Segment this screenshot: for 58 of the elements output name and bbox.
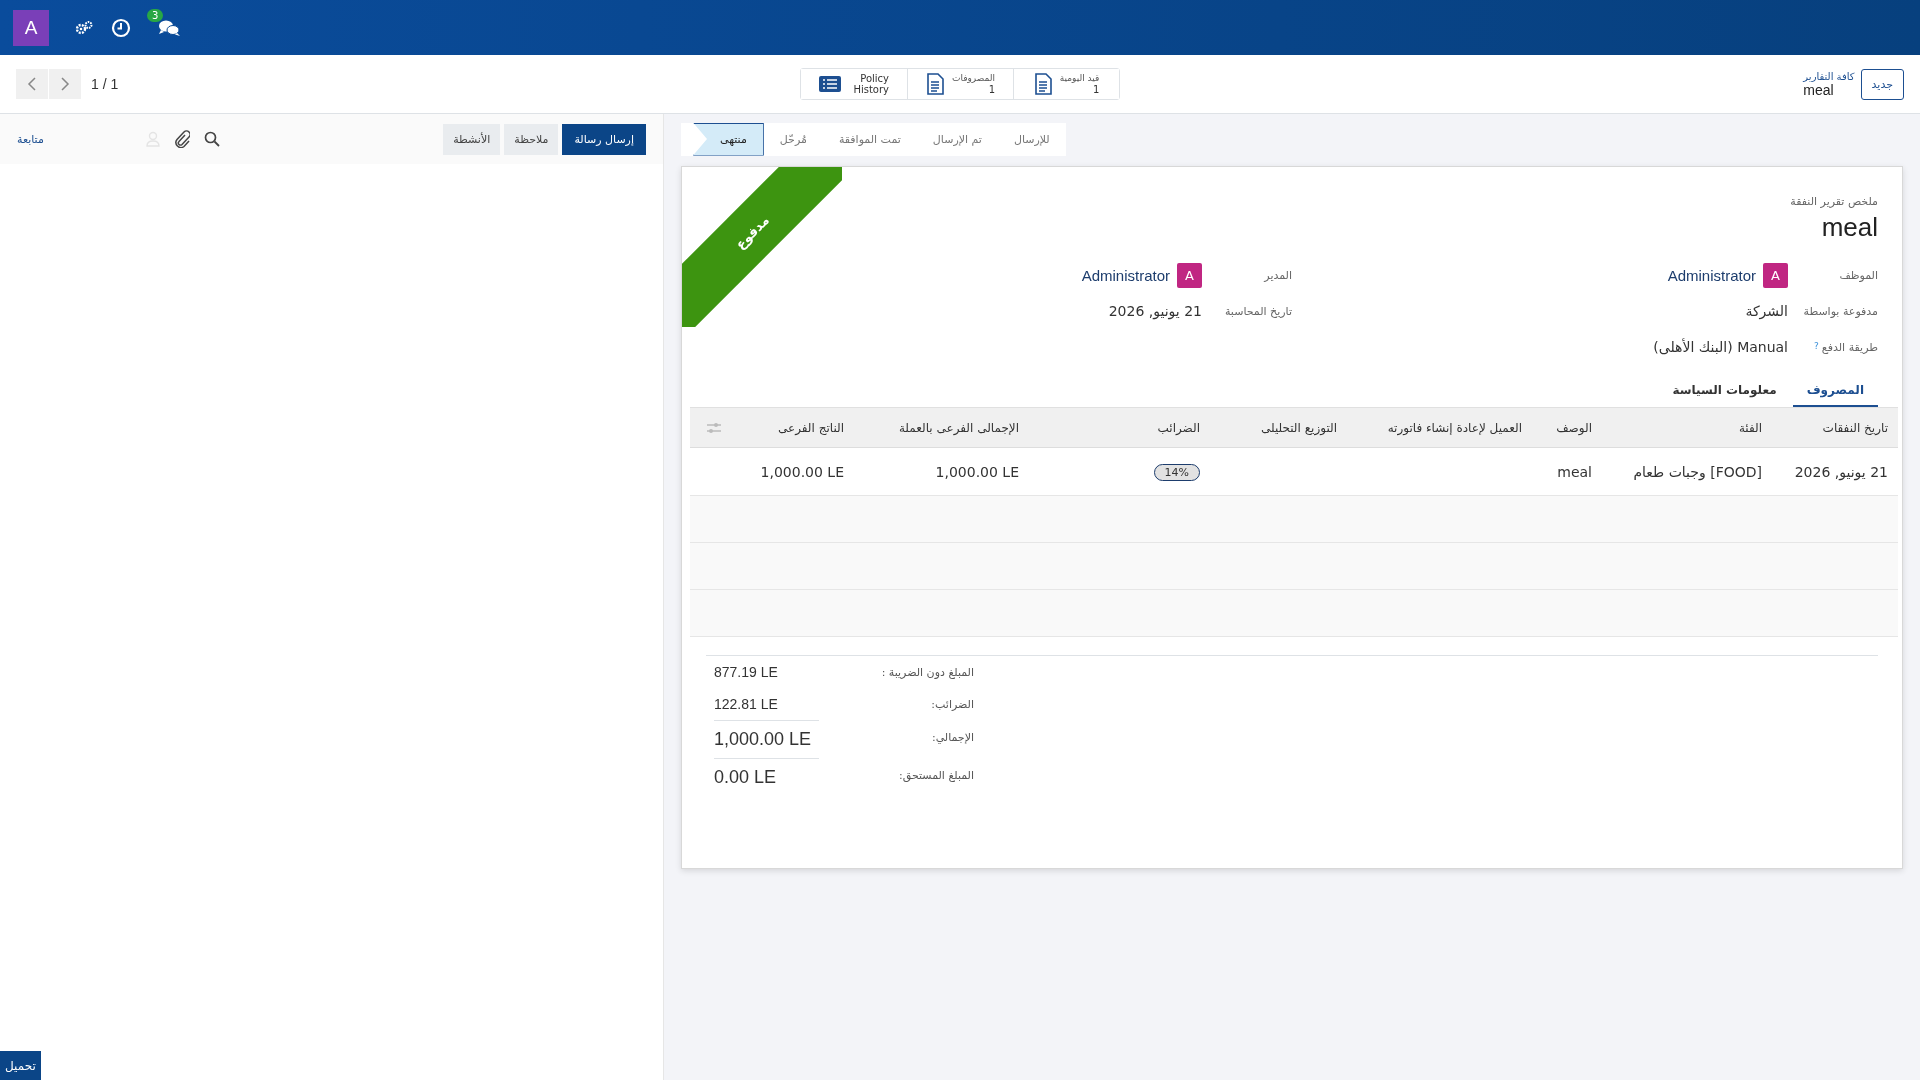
column-header[interactable]: الضرائب	[1157, 420, 1200, 435]
column-header[interactable]: الناتج الفرعى	[778, 420, 844, 435]
column-header[interactable]: تاريخ النفقات	[1822, 420, 1888, 435]
gears-icon[interactable]	[75, 19, 93, 36]
column-header[interactable]: الوصف	[1556, 420, 1592, 435]
amount-cell: 1,000.00 LE	[760, 463, 844, 480]
amount-cell: 1,000.00 LE	[935, 463, 1019, 480]
document-icon	[1033, 73, 1052, 95]
follow-link[interactable]: متابعة	[17, 132, 44, 146]
notebook-tab[interactable]: معلومات السياسة	[1658, 383, 1791, 407]
field-label: طريقة الدفع	[1821, 340, 1878, 354]
tax-tag: 14%	[1153, 463, 1200, 481]
field-value: 21 يونيو, 2026	[1108, 303, 1202, 319]
total-value: 122.81 LE	[714, 695, 779, 714]
field-label: الموظف	[1839, 268, 1878, 282]
download-button[interactable]: تحميل	[0, 1051, 41, 1080]
chevron-right-icon	[60, 76, 70, 92]
total-label: الإجمالي:	[930, 729, 974, 746]
breadcrumb-current: meal	[1803, 81, 1834, 98]
chatter-button[interactable]: إرسال رسالة	[562, 123, 646, 155]
field-label: تاريخ المحاسبة	[1224, 304, 1292, 318]
table-cell: [FOOD] وجبات طعام	[1633, 463, 1762, 480]
user-link[interactable]: Administrator	[1081, 266, 1170, 284]
table-cell: meal	[1557, 463, 1592, 480]
total-label: الضرائب:	[930, 696, 974, 713]
pager-counter: 1 / 1	[91, 76, 119, 92]
total-value: 877.19 LE	[714, 663, 779, 682]
sliders-icon[interactable]	[706, 421, 722, 434]
field-value: Manual (البنك الأهلى)	[1653, 339, 1788, 355]
document-icon	[925, 73, 944, 95]
column-header[interactable]: الفئة	[1738, 420, 1762, 435]
status-stage[interactable]: منتهى	[693, 122, 764, 156]
paid-ribbon: مدفوع	[682, 167, 842, 327]
form-subtitle: ملخص تقرير النفقة	[1790, 195, 1878, 208]
form-title: meal	[1821, 212, 1878, 243]
chevron-left-icon	[27, 76, 37, 92]
total-label: المبلغ المستحق:	[898, 767, 974, 784]
chatter-button[interactable]: ملاحظة	[504, 123, 559, 155]
field-label: مدفوعة بواسطة	[1803, 304, 1878, 318]
help-tooltip[interactable]: ?	[1814, 340, 1819, 351]
new-button[interactable]: جديد	[1860, 68, 1904, 100]
table-cell: 21 يونيو, 2026	[1794, 463, 1888, 480]
search-icon[interactable]	[203, 131, 220, 147]
chatter-button[interactable]: الأنشطة	[443, 123, 501, 155]
total-value: 1,000.00 LE	[714, 720, 819, 758]
total-label: المبلغ دون الضريبة :	[880, 664, 974, 681]
message-count-badge: 3	[147, 8, 164, 22]
user-avatar: A	[1177, 262, 1202, 288]
user-avatar: A	[1763, 262, 1788, 288]
list-icon	[819, 75, 841, 93]
breadcrumb-link[interactable]: كافة التقارير	[1803, 70, 1855, 82]
user-link[interactable]: Administrator	[1667, 266, 1756, 284]
field-value: الشركة	[1745, 303, 1788, 319]
clock-icon[interactable]	[111, 17, 131, 38]
field-label: المدير	[1264, 268, 1292, 282]
total-value: 0.00 LE	[714, 758, 819, 796]
user-avatar[interactable]: A	[13, 9, 49, 46]
paperclip-icon[interactable]	[173, 130, 190, 148]
